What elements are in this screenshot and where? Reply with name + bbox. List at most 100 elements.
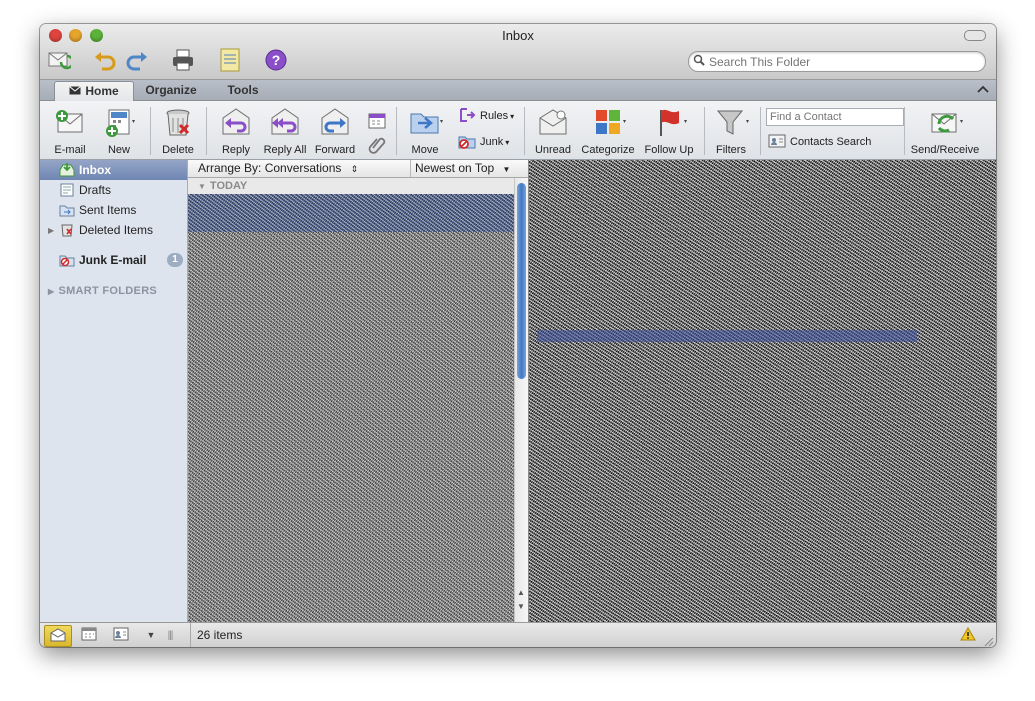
send-receive-label: Send/Receive <box>910 144 980 156</box>
attachment-icon[interactable] <box>364 131 390 157</box>
search-folder-field[interactable] <box>688 51 986 72</box>
send-receive-quick-icon[interactable] <box>46 47 72 73</box>
ribbon-separator <box>904 107 905 155</box>
sort-order-label: Newest on Top <box>415 161 495 175</box>
chevron-down-icon: ▼ <box>502 165 511 174</box>
window-resize-grip[interactable] <box>984 636 994 647</box>
notes-icon[interactable] <box>217 47 243 73</box>
new-email-icon <box>54 106 86 138</box>
categorize-button[interactable]: Categorize <box>580 104 636 158</box>
disclosure-triangle-icon[interactable]: ▶ <box>48 226 54 235</box>
follow-up-label: Follow Up <box>644 144 694 156</box>
new-item-icon <box>103 106 135 138</box>
follow-up-button[interactable]: Follow Up <box>642 104 696 158</box>
reply-label: Reply <box>221 144 251 156</box>
forward-label: Forward <box>314 144 356 156</box>
filters-label: Filters <box>716 144 746 156</box>
junk-button[interactable]: Junk ▾ <box>458 133 509 151</box>
message-rows-area[interactable] <box>188 194 514 622</box>
flag-icon <box>653 106 687 138</box>
new-item-button[interactable]: New <box>96 104 142 158</box>
arrange-by-menu[interactable]: Arrange By: Conversations ⇕ <box>198 161 358 175</box>
new-email-button[interactable]: E-mail <box>50 104 90 158</box>
chevron-down-icon: ▾ <box>510 111 515 121</box>
folder-junk-email[interactable]: Junk E-mail 1 <box>40 250 187 270</box>
filters-button[interactable]: Filters <box>708 104 754 158</box>
mail-icon <box>69 82 82 101</box>
scroll-up-icon[interactable]: ▲ <box>517 588 525 597</box>
sort-order-menu[interactable]: Newest on Top ▼ <box>410 160 519 177</box>
contacts-icon <box>113 627 129 644</box>
collapse-ribbon-button[interactable] <box>974 82 992 97</box>
categorize-icon <box>592 106 626 138</box>
disclosure-triangle-icon: ▼ <box>198 182 206 191</box>
search-input[interactable] <box>707 53 981 71</box>
drafts-icon <box>59 183 75 197</box>
send-receive-button[interactable]: Send/Receive <box>910 104 980 158</box>
scrollbar-thumb[interactable] <box>517 183 526 379</box>
help-icon[interactable]: ? <box>263 47 289 73</box>
rules-button[interactable]: Rules ▾ <box>458 107 514 125</box>
toolbar-toggle-button[interactable] <box>964 30 986 41</box>
delete-label: Delete <box>162 144 194 156</box>
junk-label: Junk <box>480 136 504 148</box>
folder-sent-items[interactable]: Sent Items <box>40 200 187 220</box>
folder-inbox[interactable]: Inbox <box>40 160 187 180</box>
folder-label: Inbox <box>79 163 111 177</box>
mail-view-button[interactable] <box>44 625 72 647</box>
rules-label: Rules <box>480 110 509 122</box>
find-contact-field[interactable] <box>766 108 904 126</box>
deleted-items-icon <box>59 223 75 237</box>
ribbon-separator <box>206 107 207 155</box>
tab-home-label: Home <box>85 84 119 98</box>
arrange-by-label: Arrange By: Conversations <box>198 161 342 175</box>
unread-button[interactable]: Unread <box>530 104 576 158</box>
grip-icon: ||| <box>167 629 174 641</box>
ribbon-separator <box>760 107 761 155</box>
undo-icon[interactable] <box>92 47 118 73</box>
reading-pane[interactable] <box>529 160 996 622</box>
forward-icon <box>319 106 351 138</box>
filter-icon <box>715 106 749 138</box>
categorize-label: Categorize <box>581 144 635 156</box>
message-list-scrollbar[interactable]: ▲ ▼ <box>514 178 528 622</box>
selected-message-row[interactable] <box>188 194 514 232</box>
warning-icon[interactable] <box>960 627 976 644</box>
folder-sidebar: Inbox Drafts Sent Items ▶ Deleted Items … <box>40 160 188 622</box>
smart-folders-header[interactable]: ▶ SMART FOLDERS <box>48 285 157 297</box>
ribbon-home: E-mail New Delete Reply Reply All Forwar… <box>40 101 996 160</box>
tab-tools[interactable]: Tools <box>210 81 276 100</box>
scroll-down-icon[interactable]: ▼ <box>517 602 525 611</box>
reply-icon <box>220 106 252 138</box>
tab-home[interactable]: Home <box>54 81 134 101</box>
redo-icon[interactable] <box>124 47 150 73</box>
resize-divider-handle[interactable]: ||| <box>162 625 178 645</box>
move-label: Move <box>411 144 439 156</box>
disclosure-triangle-icon: ▶ <box>48 287 55 296</box>
reply-all-button[interactable]: Reply All <box>260 104 310 158</box>
move-button[interactable]: Move <box>402 104 448 158</box>
reply-button[interactable]: Reply <box>216 104 256 158</box>
inbox-icon <box>59 163 75 177</box>
unread-envelope-icon <box>537 106 569 138</box>
contacts-view-button[interactable] <box>108 625 134 645</box>
group-header-today[interactable]: ▼ TODAY <box>188 178 528 194</box>
group-label: TODAY <box>209 180 248 192</box>
more-views-button[interactable]: ▼ <box>138 625 164 645</box>
tab-organize[interactable]: Organize <box>138 81 204 100</box>
folder-deleted-items[interactable]: ▶ Deleted Items <box>40 220 187 240</box>
calendar-view-button[interactable] <box>76 625 102 645</box>
window-title: Inbox <box>502 28 534 43</box>
folder-drafts[interactable]: Drafts <box>40 180 187 200</box>
folder-move-icon <box>409 106 443 138</box>
message-list: Arrange By: Conversations ⇕ Newest on To… <box>188 160 528 622</box>
print-icon[interactable] <box>170 47 196 73</box>
folder-label: Junk E-mail <box>79 253 147 267</box>
title-bar: Inbox ? <box>40 24 996 80</box>
rules-icon <box>458 106 476 127</box>
junk-folder-icon <box>59 253 75 267</box>
chevron-down-icon: ▼ <box>146 630 156 640</box>
delete-button[interactable]: Delete <box>158 104 198 158</box>
forward-button[interactable]: Forward <box>314 104 356 158</box>
contacts-search-button[interactable]: Contacts Search <box>768 133 871 151</box>
